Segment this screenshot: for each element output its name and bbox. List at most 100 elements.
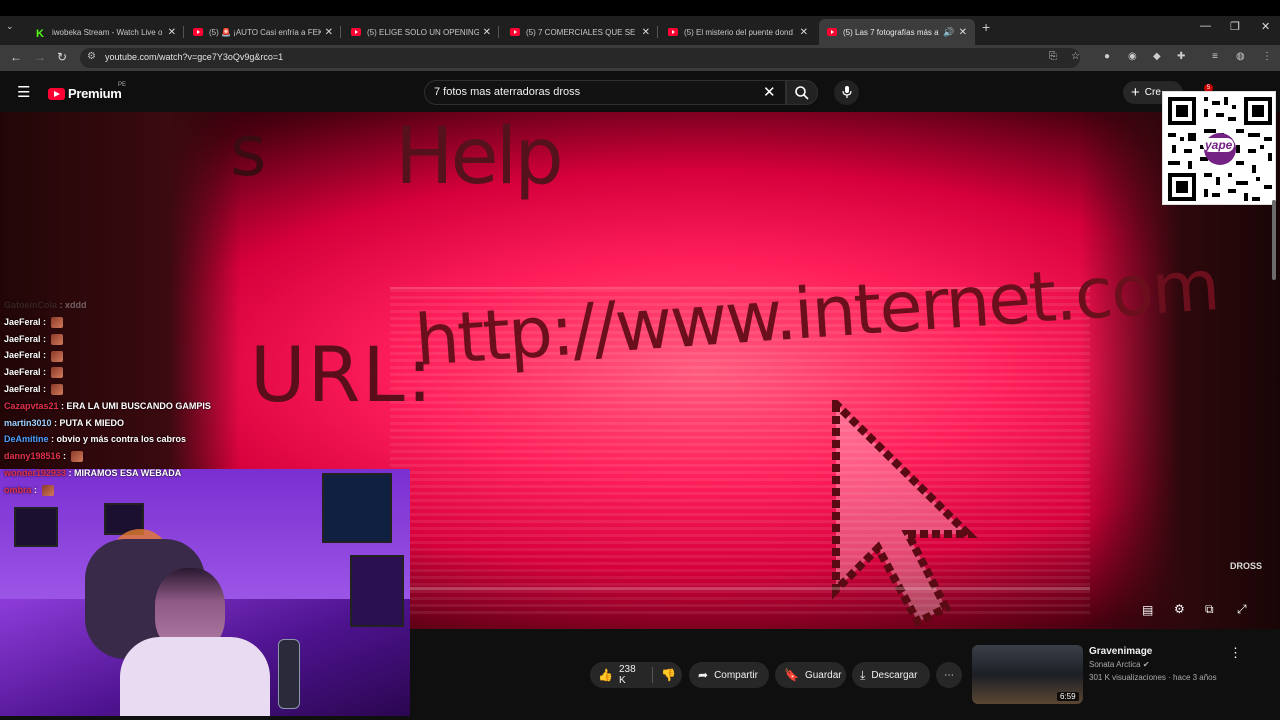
browser-tab[interactable]: (5) 7 COMERCIALES QUE SE PR ✕ — [502, 19, 658, 45]
subtitles-icon[interactable]: ▤ — [1142, 603, 1153, 617]
tab-separator — [657, 26, 658, 38]
close-window-button[interactable]: ✕ — [1261, 20, 1270, 33]
hamburger-menu-icon[interactable]: ☰ — [17, 85, 30, 100]
share-button[interactable]: ➦ Compartir — [689, 662, 769, 688]
webcam-poster — [350, 555, 404, 627]
settings-gear-icon[interactable]: ⚙ — [1174, 602, 1185, 616]
download-label: Descargar — [871, 669, 918, 681]
verified-icon: ✔ — [1142, 660, 1150, 669]
back-button[interactable]: ← — [10, 50, 22, 64]
recommendation-title[interactable]: Gravenimage — [1089, 646, 1152, 657]
webcam-poster — [322, 473, 392, 543]
youtube-premium-logo[interactable]: Premium PE — [48, 82, 126, 101]
speaker-icon[interactable]: 🔊 — [943, 27, 954, 38]
chat-separator: : — [58, 400, 67, 411]
chat-username: GatoeinCola — [4, 300, 58, 310]
youtube-icon — [510, 28, 520, 36]
tab-title: (5) 🚨 ¡AUTO Casi enfría a FEKA — [209, 27, 321, 37]
mouse-pointer-icon — [832, 400, 978, 628]
download-button[interactable]: ⤓ Descargar — [852, 662, 930, 688]
chat-emote-icon — [50, 350, 63, 362]
new-tab-button[interactable]: + — [982, 19, 990, 35]
close-tab-icon[interactable]: ✕ — [168, 27, 176, 38]
close-tab-icon[interactable]: ✕ — [483, 27, 491, 38]
chat-emote-icon — [41, 484, 54, 496]
browser-tab[interactable]: (5) El misterio del puente dond ✕ — [660, 19, 816, 45]
chat-message: JaeFeral : — [4, 314, 244, 331]
watermark-text: DROSS — [1230, 561, 1263, 571]
search-icon — [795, 86, 809, 100]
yape-qr-code: yape — [1162, 91, 1276, 205]
reload-button[interactable]: ↻ — [57, 50, 67, 64]
video-text-s: s — [230, 110, 267, 192]
chat-message: martin3010 : PUTA K MIEDO — [4, 415, 244, 432]
like-dislike-group[interactable]: 👍 238 K 👎 — [590, 662, 682, 688]
search-input[interactable] — [434, 86, 754, 98]
chat-username: JaeFeral — [4, 350, 41, 361]
forward-button[interactable]: → — [34, 50, 46, 64]
puzzle-icon[interactable]: ✚ — [1177, 51, 1185, 62]
chat-separator: : — [31, 484, 40, 495]
minimize-button[interactable]: — — [1200, 20, 1211, 32]
video-duration: 6:59 — [1057, 692, 1079, 701]
chat-username: JaeFeral — [4, 333, 41, 344]
media-control-icon[interactable]: ≡ — [1212, 51, 1218, 62]
url-text[interactable]: youtube.com/watch?v=gce7Y3oQv9g&rco=1 — [105, 52, 283, 62]
tab-separator — [340, 26, 341, 38]
chat-message: wonder192933 : MIRAMOS ESA WEBADA — [4, 465, 244, 482]
thumbs-up-icon[interactable]: 👍 — [598, 668, 613, 682]
extension-icon[interactable]: ◉ — [1128, 51, 1137, 62]
close-tab-icon[interactable]: ✕ — [959, 27, 967, 38]
download-icon: ⤓ — [860, 667, 866, 682]
tab-separator — [183, 26, 184, 38]
chat-message: JaeFeral : — [4, 331, 244, 348]
youtube-play-icon — [48, 87, 65, 100]
browser-tab[interactable]: (5) 🚨 ¡AUTO Casi enfría a FEKA ✕ — [185, 19, 341, 45]
browser-tab-active[interactable]: (5) Las 7 fotografías más at 🔊 ✕ — [819, 19, 975, 45]
chat-username: Cazapvtas21 — [4, 400, 59, 411]
close-tab-icon[interactable]: ✕ — [642, 27, 650, 38]
like-count: 238 K — [618, 664, 636, 686]
save-button[interactable]: 🔖 Guardar — [775, 662, 846, 688]
chat-separator: : — [66, 467, 75, 478]
voice-search-button[interactable] — [834, 80, 859, 105]
webcam-bottle — [278, 639, 300, 709]
browser-menu-icon[interactable]: ⋮ — [1262, 51, 1272, 62]
youtube-icon — [351, 28, 361, 36]
close-tab-icon[interactable]: ✕ — [325, 27, 333, 38]
browser-tab[interactable]: (5) ELIGE SOLO UN OPENING D ✕ — [343, 19, 499, 45]
thumbs-down-icon[interactable]: 👎 — [661, 668, 676, 682]
browser-tab-bar: ⌄ K iwobeka Stream - Watch Live o ✕ (5) … — [0, 16, 1280, 45]
tab-separator — [498, 26, 499, 38]
page-scrollbar[interactable] — [1272, 200, 1276, 280]
clear-search-icon[interactable]: ✕ — [763, 83, 776, 101]
tab-search-icon[interactable]: ⌄ — [6, 21, 14, 32]
chat-message: DeAmitine : obvio y más contra los cabro… — [4, 431, 244, 448]
youtube-icon — [827, 28, 837, 36]
microphone-icon — [842, 86, 852, 98]
recommendation-menu-icon[interactable]: ⋮ — [1229, 645, 1242, 661]
chat-username: ombra — [4, 484, 32, 495]
bookmark-star-icon[interactable]: ☆ — [1071, 51, 1080, 62]
browser-tab[interactable]: K iwobeka Stream - Watch Live o ✕ — [28, 19, 184, 45]
chat-message: JaeFeral : — [4, 381, 244, 398]
close-tab-icon[interactable]: ✕ — [800, 27, 808, 38]
install-app-icon[interactable]: ⎘ — [1049, 51, 1057, 62]
fullscreen-icon[interactable]: ⤢ — [1237, 602, 1247, 617]
chat-emote-icon — [50, 384, 63, 396]
youtube-icon — [668, 28, 678, 36]
maximize-button[interactable]: ❐ — [1230, 20, 1240, 33]
extension-icon[interactable]: ● — [1104, 51, 1110, 62]
chat-username: martin3010 — [4, 417, 52, 428]
video-progress-bar[interactable] — [410, 587, 1090, 590]
more-actions-button[interactable]: ⋯ — [936, 662, 962, 688]
site-info-icon[interactable]: ⚙ — [87, 51, 96, 62]
extension-icon[interactable]: ◆ — [1153, 51, 1161, 62]
streamer-body — [120, 637, 270, 716]
search-button[interactable] — [786, 80, 818, 105]
chat-emote-icon — [50, 333, 63, 345]
recommendation-channel[interactable]: Sonata Arctica ✔ — [1089, 660, 1150, 669]
profile-avatar-icon[interactable]: ◍ — [1236, 51, 1245, 62]
chat-username: DeAmitine — [4, 434, 49, 445]
miniplayer-icon[interactable]: ⧉ — [1205, 602, 1214, 617]
